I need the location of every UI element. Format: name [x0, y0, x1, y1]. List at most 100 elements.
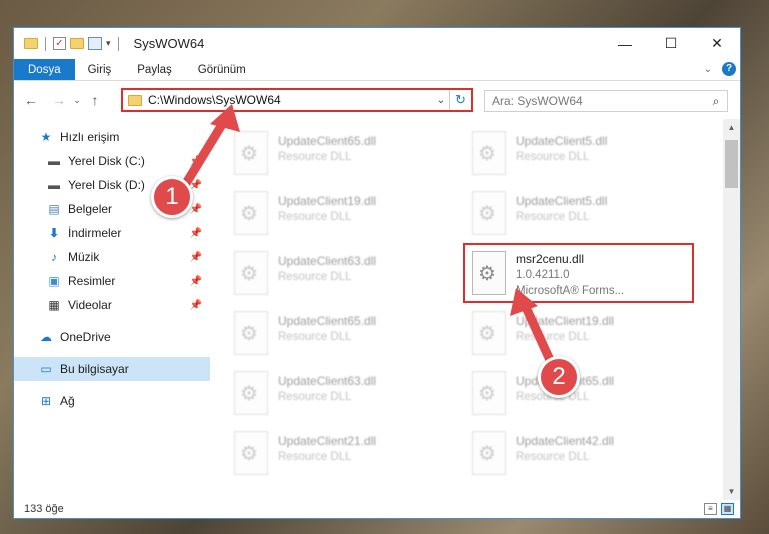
tiles-view-icon[interactable]: ▦ [721, 503, 734, 515]
file-name: UpdateClient19.dll [516, 314, 615, 328]
vertical-scrollbar[interactable]: ▲ ▼ [723, 119, 740, 500]
help-icon[interactable]: ? [722, 62, 736, 76]
minimize-button[interactable]: — [602, 28, 648, 59]
scroll-up-arrow-icon[interactable]: ▲ [723, 119, 740, 136]
details-view-icon[interactable]: ≡ [704, 503, 717, 515]
pin-icon[interactable]: 📌 [190, 156, 202, 167]
file-tile[interactable]: UpdateClient65.dll Resource DLL [230, 307, 462, 363]
search-input[interactable]: Ara: SysWOW64 [492, 94, 705, 108]
sidebar-item-label: Hızlı erişim [60, 130, 120, 144]
file-tile[interactable]: UpdateClient63.dll Resource DLL [230, 247, 462, 303]
customize-chevron-down-icon[interactable]: ▾ [106, 38, 111, 49]
dll-file-icon [234, 131, 268, 175]
file-tile[interactable]: UpdateClient63.dll Resource DLL [230, 367, 462, 423]
dll-file-icon [472, 191, 506, 235]
sidebar-item-videos[interactable]: ▦ Videolar 📌 [14, 293, 210, 317]
sidebar-item-label: Resimler [68, 274, 116, 288]
pictures-icon: ▣ [48, 274, 60, 288]
cloud-icon: ☁ [40, 330, 52, 344]
file-name: UpdateClient5.dll [516, 194, 608, 208]
drive-icon: ▬ [48, 178, 60, 192]
sidebar-item-label: Bu bilgisayar [60, 362, 129, 376]
tab-share[interactable]: Paylaş [124, 59, 185, 80]
file-description: Resource DLL [278, 331, 352, 343]
pin-icon[interactable]: 📌 [190, 252, 202, 263]
search-icon[interactable]: ⌕ [705, 94, 727, 109]
documents-icon: ▤ [48, 202, 60, 216]
folder-icon[interactable] [24, 38, 38, 49]
address-bar[interactable]: C:\Windows\SysWOW64 ⌄ ↻ [121, 88, 473, 112]
network-icon: ⊞ [40, 394, 52, 408]
ribbon-tabs: Dosya Giriş Paylaş Görünüm ⌄ ? [14, 59, 740, 81]
sidebar-item-label: Videolar [68, 298, 112, 312]
file-tile[interactable]: UpdateClient65.dll Resource DLL [230, 127, 462, 183]
expand-ribbon-chevron-icon[interactable]: ⌄ [704, 64, 712, 75]
file-description: Resource DLL [516, 151, 590, 163]
properties-icon[interactable] [88, 37, 102, 50]
close-button[interactable]: ✕ [694, 28, 740, 59]
tab-file[interactable]: Dosya [14, 59, 75, 80]
file-name: UpdateClient65.dll [278, 314, 377, 328]
address-dropdown-chevron-icon[interactable]: ⌄ [433, 95, 449, 106]
navigation-bar: ← → ⌄ ↑ C:\Windows\SysWOW64 ⌄ ↻ Ara: Sys… [14, 81, 740, 119]
dll-file-icon [234, 191, 268, 235]
sidebar-item-network[interactable]: ⊞ Ağ [14, 389, 210, 413]
drive-icon: ▬ [48, 154, 60, 168]
dll-file-icon [234, 251, 268, 295]
file-description: Resource DLL [516, 331, 590, 343]
refresh-icon[interactable]: ↻ [449, 90, 471, 110]
dll-file-icon [234, 431, 268, 475]
divider [45, 36, 46, 51]
file-tile[interactable]: UpdateClient5.dll Resource DLL [468, 127, 700, 183]
file-tile[interactable]: UpdateClient19.dll Resource DLL [468, 307, 700, 363]
dll-file-icon [234, 311, 268, 355]
scroll-down-arrow-icon[interactable]: ▼ [723, 483, 740, 500]
tab-home[interactable]: Giriş [75, 59, 125, 80]
maximize-button[interactable]: ☐ [648, 28, 694, 59]
pin-icon[interactable]: 📌 [190, 204, 202, 215]
sidebar-item-onedrive[interactable]: ☁ OneDrive [14, 325, 210, 349]
file-name: UpdateClient65.dll [278, 134, 377, 148]
file-tile[interactable]: UpdateClient19.dll Resource DLL [230, 187, 462, 243]
sidebar-item-label: Yerel Disk (D:) [68, 178, 145, 192]
sidebar-item-label: Ağ [60, 394, 75, 408]
file-tile[interactable]: UpdateClient42.dll Resource DLL [468, 427, 700, 483]
up-arrow-icon[interactable]: ↑ [84, 92, 106, 108]
file-tile[interactable]: UpdateClient21.dll Resource DLL [230, 427, 462, 483]
properties-check-icon[interactable]: ✓ [53, 37, 66, 50]
search-box[interactable]: Ara: SysWOW64 ⌕ [484, 90, 728, 112]
sidebar-item-music[interactable]: ♪ Müzik 📌 [14, 245, 210, 269]
pin-icon[interactable]: 📌 [190, 228, 202, 239]
sidebar-item-quick-access[interactable]: ★ Hızlı erişim [14, 125, 210, 149]
file-name: UpdateClient42.dll [516, 434, 615, 448]
file-description: Resource DLL [278, 151, 352, 163]
sidebar-item-pictures[interactable]: ▣ Resimler 📌 [14, 269, 210, 293]
back-arrow-icon[interactable]: ← [20, 92, 42, 108]
callout-1: 1 [151, 176, 193, 218]
sidebar-item-this-pc[interactable]: ▭ Bu bilgisayar [14, 357, 210, 381]
file-description: Resource DLL [278, 451, 352, 463]
sidebar-item-downloads[interactable]: ⬇ İndirmeler 📌 [14, 221, 210, 245]
pin-icon[interactable]: 📌 [190, 276, 202, 287]
divider [117, 36, 119, 51]
pin-icon[interactable]: 📌 [190, 300, 202, 311]
callout-2: 2 [538, 356, 580, 398]
file-description: Resource DLL [516, 211, 590, 223]
new-folder-icon[interactable] [70, 38, 84, 49]
forward-arrow-icon[interactable]: → [48, 92, 70, 108]
quick-access-toolbar: ✓ ▾ [14, 36, 122, 51]
sidebar-item-label: İndirmeler [68, 226, 122, 240]
sidebar-item-local-disk-c[interactable]: ▬ Yerel Disk (C:) 📌 [14, 149, 210, 173]
address-path[interactable]: C:\Windows\SysWOW64 [148, 93, 433, 107]
file-tile[interactable]: UpdateClient65.dllResource DLL [468, 367, 700, 423]
recent-chevron-down-icon[interactable]: ⌄ [70, 95, 84, 106]
sidebar-item-label: OneDrive [60, 330, 111, 344]
file-tile[interactable]: UpdateClient5.dll Resource DLL [468, 187, 700, 243]
dll-file-icon [472, 311, 506, 355]
scroll-thumb[interactable] [725, 140, 738, 188]
sidebar-item-label: Müzik [68, 250, 100, 264]
tab-view[interactable]: Görünüm [185, 59, 259, 80]
file-name: UpdateClient5.dll [516, 134, 608, 148]
item-count: 133 öğe [24, 503, 64, 515]
file-list: UpdateClient65.dll Resource DLL UpdateCli… [210, 119, 740, 500]
